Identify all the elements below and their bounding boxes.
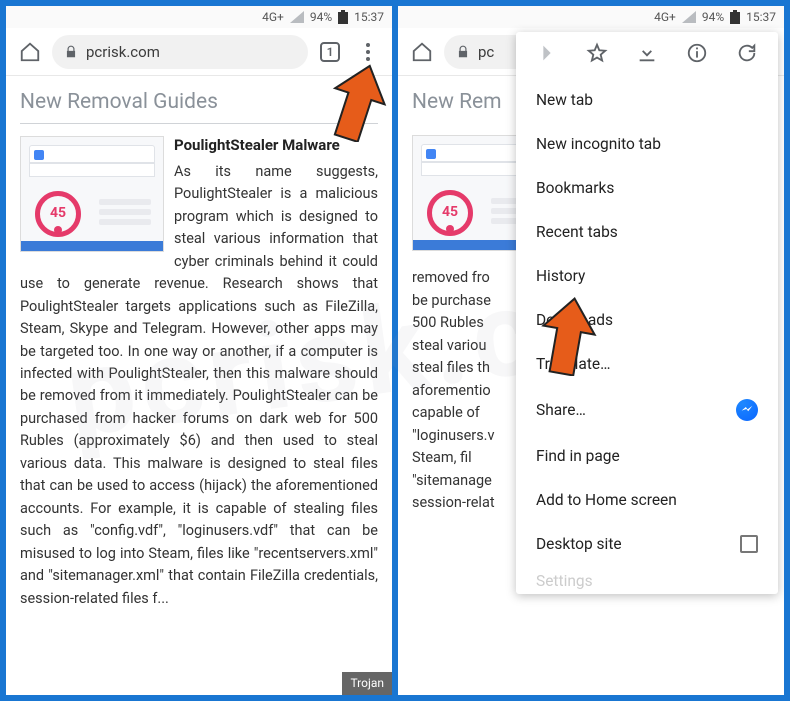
address-bar[interactable]: pcrisk.com — [52, 35, 308, 69]
article-thumbnail[interactable]: 45 — [20, 136, 164, 252]
signal-icon — [682, 11, 696, 23]
gauge-value: 45 — [427, 190, 473, 236]
menu-add-home[interactable]: Add to Home screen — [516, 478, 778, 522]
page-content: New Removal Guides 45 PoulightStealer Ma… — [6, 76, 392, 695]
category-badge: Trojan — [342, 672, 392, 695]
phone-left: 4G+ 94% 15:37 pcrisk.com 1 — [6, 6, 392, 695]
lock-icon — [64, 45, 78, 59]
menu-share[interactable]: Share… — [516, 386, 778, 434]
menu-recent-tabs[interactable]: Recent tabs — [516, 210, 778, 254]
url-text: pcrisk.com — [86, 43, 160, 61]
menu-settings-cut[interactable]: Settings — [516, 566, 778, 590]
clock: 15:37 — [354, 10, 384, 24]
menu-bookmarks[interactable]: Bookmarks — [516, 166, 778, 210]
reload-icon[interactable] — [736, 42, 758, 68]
battery-icon — [730, 10, 740, 24]
network-label: 4G+ — [262, 10, 284, 24]
overflow-menu: New tab New incognito tab Bookmarks Rece… — [516, 32, 778, 594]
battery-percent: 94% — [310, 10, 332, 24]
menu-incognito[interactable]: New incognito tab — [516, 122, 778, 166]
lock-icon — [456, 45, 470, 59]
download-icon[interactable] — [636, 42, 658, 68]
forward-icon[interactable] — [536, 42, 558, 68]
url-text: pc — [478, 43, 494, 61]
menu-history[interactable]: History — [516, 254, 778, 298]
star-icon[interactable] — [586, 42, 608, 68]
tab-count: 1 — [327, 45, 334, 59]
menu-downloads[interactable]: Downloads — [516, 298, 778, 342]
info-icon[interactable] — [686, 42, 708, 68]
network-label: 4G+ — [654, 10, 676, 24]
toolbar: pcrisk.com 1 — [6, 28, 392, 76]
phone-right: 4G+ 94% 15:37 pc New Rem 45 — [398, 6, 784, 695]
signal-icon — [290, 11, 304, 23]
menu-find[interactable]: Find in page — [516, 434, 778, 478]
menu-desktop-site[interactable]: Desktop site — [516, 522, 778, 566]
kebab-icon — [366, 43, 370, 61]
home-icon[interactable] — [14, 36, 46, 68]
menu-translate[interactable]: Translate… — [516, 342, 778, 386]
status-bar: 4G+ 94% 15:37 — [398, 6, 784, 28]
tabs-button[interactable]: 1 — [314, 36, 346, 68]
messenger-icon — [736, 399, 758, 421]
menu-button[interactable] — [352, 36, 384, 68]
status-bar: 4G+ 94% 15:37 — [6, 6, 392, 28]
checkbox-icon[interactable] — [740, 535, 758, 553]
battery-icon — [338, 10, 348, 24]
battery-percent: 94% — [702, 10, 724, 24]
section-heading: New Removal Guides — [20, 86, 378, 124]
home-icon[interactable] — [406, 36, 438, 68]
menu-new-tab[interactable]: New tab — [516, 78, 778, 122]
gauge-value: 45 — [35, 191, 81, 237]
clock: 15:37 — [746, 10, 776, 24]
